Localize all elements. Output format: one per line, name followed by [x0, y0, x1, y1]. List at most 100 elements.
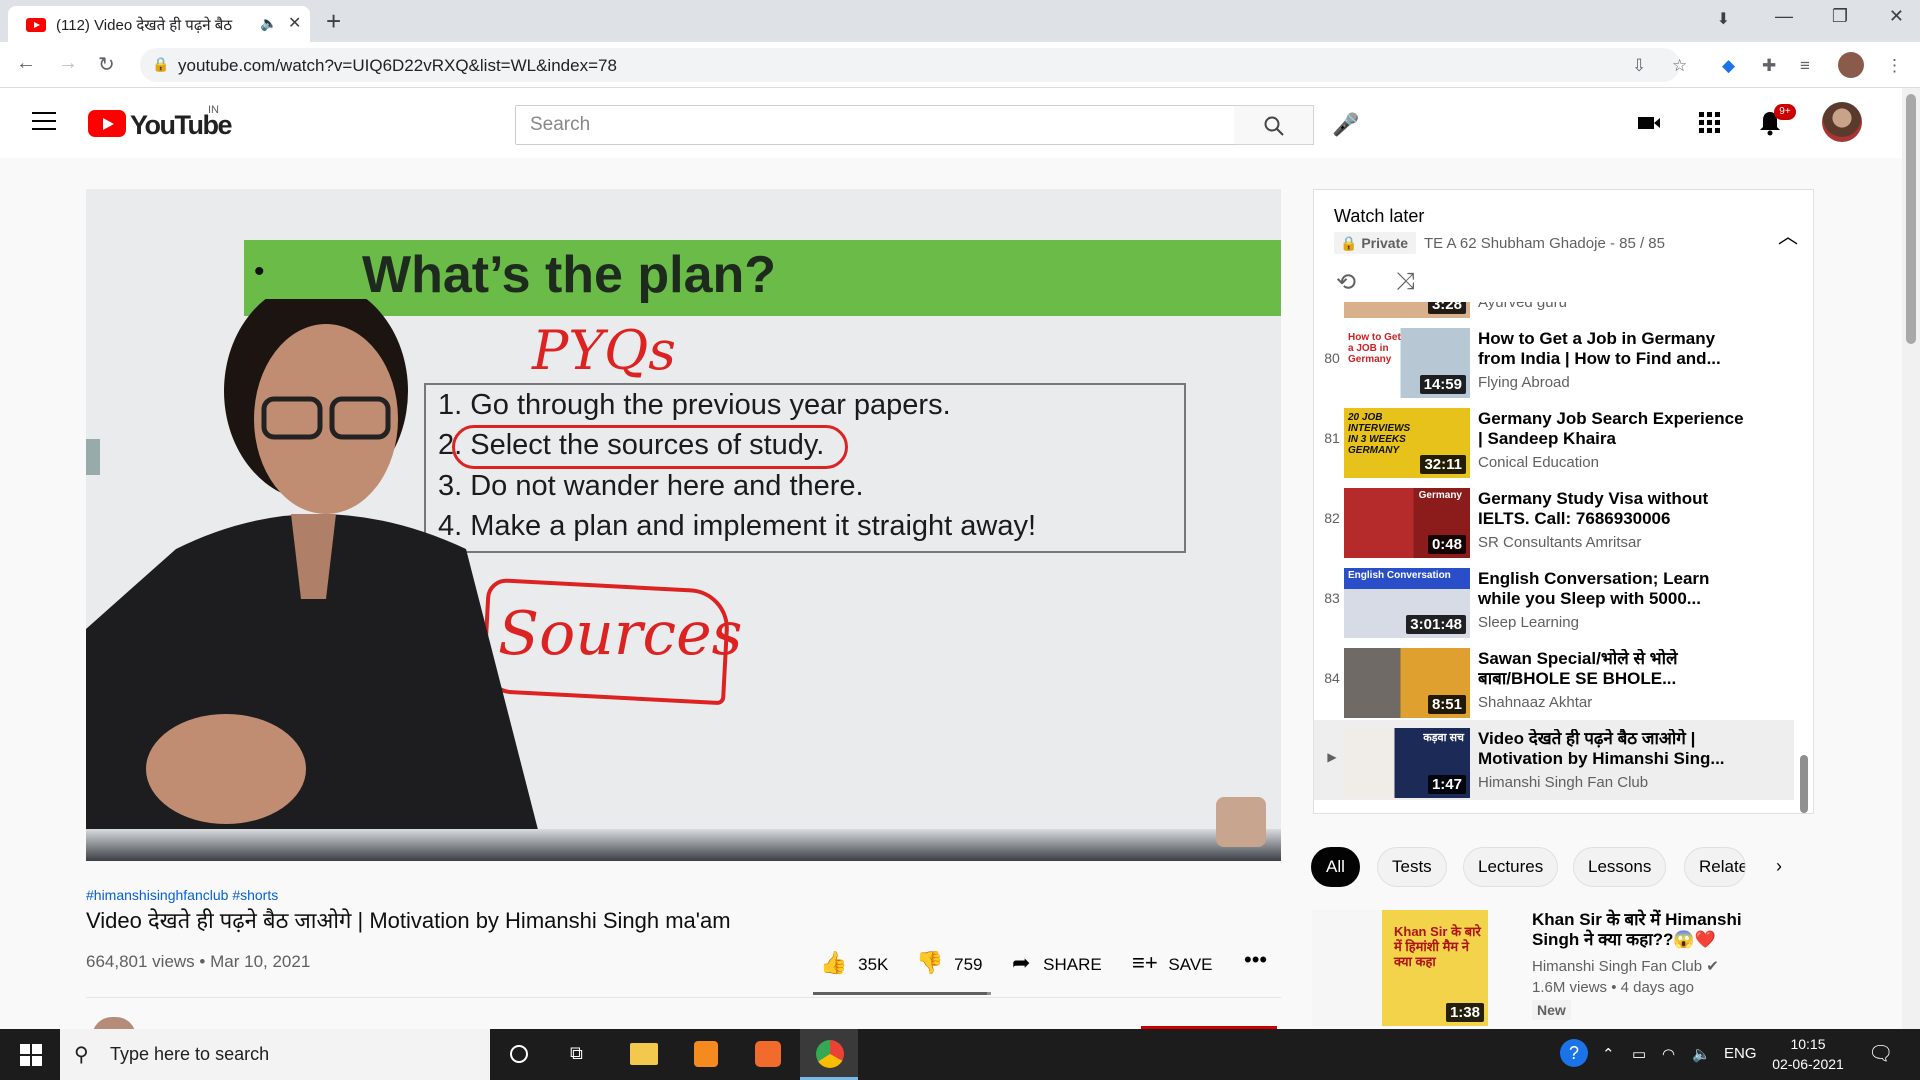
- windows-start-icon[interactable]: [20, 1044, 42, 1066]
- like-ratio-fill: [813, 992, 988, 995]
- share-label: SHARE: [1043, 955, 1102, 974]
- address-bar[interactable]: 🔒 youtube.com/watch?v=UIQ6D22vRXQ&list=W…: [140, 48, 1680, 82]
- video-hashtags[interactable]: #himanshisinghfanclub #shorts: [86, 887, 278, 903]
- playlist-item[interactable]: 80 How to Get a JOB in Germany 14:59 How…: [1314, 320, 1794, 400]
- hamburger-menu-icon[interactable]: [32, 112, 56, 130]
- chip-tests[interactable]: Tests: [1377, 847, 1447, 887]
- account-avatar[interactable]: [1822, 102, 1862, 142]
- loop-icon[interactable]: ⟲: [1336, 268, 1356, 297]
- page-scrollbar[interactable]: [1902, 88, 1920, 1029]
- cortana-icon[interactable]: [490, 1029, 548, 1080]
- sublime-text-icon[interactable]: [676, 1029, 734, 1080]
- create-video-icon[interactable]: [1636, 110, 1662, 136]
- playlist-thumbnail: English Conversation 3:01:48: [1344, 568, 1470, 638]
- playlist-item[interactable]: 3:28 Ayurved guru: [1314, 302, 1794, 320]
- language-indicator[interactable]: ENG: [1724, 1045, 1757, 1062]
- playlist-item-channel: Shahnaaz Akhtar: [1478, 694, 1593, 711]
- picture-in-picture-thumbnail: [1216, 797, 1266, 847]
- page-scrollbar-thumb[interactable]: [1906, 94, 1916, 344]
- playlist-item-title: Video देखते ही पढ़ने बैठ जाओगे | Motivat…: [1478, 729, 1725, 768]
- country-code: IN: [208, 104, 219, 116]
- playlist-item[interactable]: 81 20 JOB INTERVIEWS IN 3 WEEKS GERMANY …: [1314, 400, 1794, 480]
- bookmark-star-icon[interactable]: ☆: [1672, 56, 1687, 76]
- chip-lessons[interactable]: Lessons: [1573, 847, 1667, 887]
- forward-icon[interactable]: →: [58, 52, 78, 75]
- battery-icon[interactable]: ▭: [1632, 1045, 1646, 1063]
- playlist-item[interactable]: 83 English Conversation 3:01:48 English …: [1314, 560, 1794, 640]
- help-icon[interactable]: ?: [1560, 1039, 1588, 1067]
- wifi-icon[interactable]: ◠: [1662, 1045, 1675, 1063]
- playlist-item-index: 80: [1324, 350, 1340, 366]
- save-button[interactable]: ≡+ SAVE: [1132, 950, 1213, 976]
- back-icon[interactable]: ←: [16, 52, 36, 75]
- share-button[interactable]: ➦ SHARE: [1012, 950, 1102, 976]
- browser-tab-strip: (112) Video देखते ही पढ़ने बैठ 🔈 ✕ + ⬇ —…: [0, 0, 1920, 42]
- extension-icon[interactable]: ◆: [1722, 56, 1735, 76]
- save-playlist-icon: ≡+: [1132, 950, 1158, 975]
- chevron-right-icon[interactable]: ›: [1776, 856, 1782, 877]
- taskbar-search-box[interactable]: ⚲ Type here to search: [60, 1029, 490, 1080]
- volume-icon[interactable]: 🔈: [1692, 1045, 1711, 1063]
- extensions-puzzle-icon[interactable]: ✚: [1762, 56, 1776, 76]
- browser-tab[interactable]: (112) Video देखते ही पढ़ने बैठ 🔈 ✕: [8, 6, 310, 42]
- playlist-item-current[interactable]: ▶ कड़वा सच 1:47 Video देखते ही पढ़ने बैठ…: [1314, 720, 1794, 800]
- chip-related[interactable]: Relate: [1684, 847, 1746, 887]
- thumbnail-text: Khan Sir के बारे में हिमांशी मैम ने क्या…: [1394, 924, 1481, 969]
- notifications-center-icon[interactable]: 🗨: [1868, 1041, 1893, 1066]
- playlist-item[interactable]: 82 Germany 0:48 Germany Study Visa witho…: [1314, 480, 1794, 560]
- meta-separator: •: [199, 952, 211, 971]
- playlist-owner-progress[interactable]: TE A 62 Shubham Ghadoje - 85 / 85: [1424, 235, 1665, 252]
- tab-audio-icon[interactable]: 🔈: [260, 15, 277, 32]
- chevron-up-icon[interactable]: ︿: [1778, 220, 1798, 249]
- apps-grid-icon[interactable]: [1697, 110, 1721, 134]
- xampp-icon[interactable]: [738, 1029, 796, 1080]
- dislike-button[interactable]: 👎 759: [916, 950, 983, 976]
- profile-avatar-icon[interactable]: [1838, 52, 1864, 78]
- search-input[interactable]: [516, 106, 1234, 144]
- chip-lectures[interactable]: Lectures: [1463, 847, 1559, 887]
- search-box[interactable]: [515, 105, 1235, 145]
- file-explorer-icon[interactable]: [614, 1029, 672, 1080]
- clock-date: 02-06-2021: [1772, 1056, 1844, 1072]
- related-video-thumbnail[interactable]: Khan Sir के बारे में हिमांशी मैम ने क्या…: [1312, 910, 1488, 1026]
- browser-menu-icon[interactable]: ⋮: [1886, 56, 1903, 76]
- slide-bullet: •: [254, 255, 265, 288]
- related-video-channel[interactable]: Himanshi Singh Fan Club ✔: [1532, 957, 1719, 975]
- reload-icon[interactable]: ↻: [98, 52, 115, 77]
- like-button[interactable]: 👍 35K: [820, 950, 888, 976]
- microphone-icon[interactable]: 🎤: [1332, 112, 1359, 138]
- thumbnail-text: English Conversation: [1348, 570, 1451, 581]
- tab-search-icon[interactable]: ⬇: [1717, 9, 1730, 29]
- shuffle-icon[interactable]: ⤨: [1396, 268, 1415, 296]
- tab-close-icon[interactable]: ✕: [288, 13, 301, 33]
- search-button[interactable]: [1234, 105, 1314, 145]
- playlist-thumbnail: 8:51: [1344, 648, 1470, 718]
- new-badge: New: [1532, 1000, 1571, 1020]
- playlist-scrollbar[interactable]: [1800, 755, 1808, 813]
- clock[interactable]: 10:15 02-06-2021: [1768, 1034, 1848, 1074]
- url-text: youtube.com/watch?v=UIQ6D22vRXQ&list=WL&…: [178, 56, 617, 75]
- minimize-icon[interactable]: —: [1775, 6, 1793, 27]
- video-player[interactable]: • What’s the plan? PYQs 1. Go through th…: [86, 189, 1281, 861]
- restore-icon[interactable]: ❐: [1832, 6, 1848, 27]
- media-queue-icon[interactable]: ≡: [1800, 56, 1810, 76]
- chip-all[interactable]: All: [1311, 847, 1360, 887]
- install-icon[interactable]: ⇩: [1632, 56, 1646, 76]
- related-video-title[interactable]: Khan Sir के बारे में Himanshi Singh ने क…: [1532, 910, 1772, 950]
- player-side-handle[interactable]: [86, 439, 100, 475]
- search-icon: [1264, 116, 1284, 136]
- chevron-up-icon[interactable]: ⌃: [1602, 1045, 1615, 1063]
- playlist-item-index: 84: [1324, 670, 1340, 686]
- playlist-thumbnail: कड़वा सच 1:47: [1344, 728, 1470, 798]
- new-tab-icon[interactable]: +: [326, 6, 341, 37]
- chrome-taskbar-icon[interactable]: [800, 1029, 858, 1080]
- video-desktop-taskbar: [86, 829, 1281, 861]
- close-window-icon[interactable]: ✕: [1889, 6, 1904, 27]
- playlist-thumbnail: 20 JOB INTERVIEWS IN 3 WEEKS GERMANY 32:…: [1344, 408, 1470, 478]
- youtube-logo-icon[interactable]: [88, 110, 126, 137]
- playlist-title[interactable]: Watch later: [1334, 206, 1424, 227]
- playlist-item[interactable]: 84 8:51 Sawan Special/भोले से भोले बाबा/…: [1314, 640, 1794, 720]
- duration-badge: 8:51: [1427, 695, 1466, 714]
- task-view-icon[interactable]: ⧉: [550, 1029, 608, 1080]
- more-actions-icon[interactable]: •••: [1244, 947, 1267, 973]
